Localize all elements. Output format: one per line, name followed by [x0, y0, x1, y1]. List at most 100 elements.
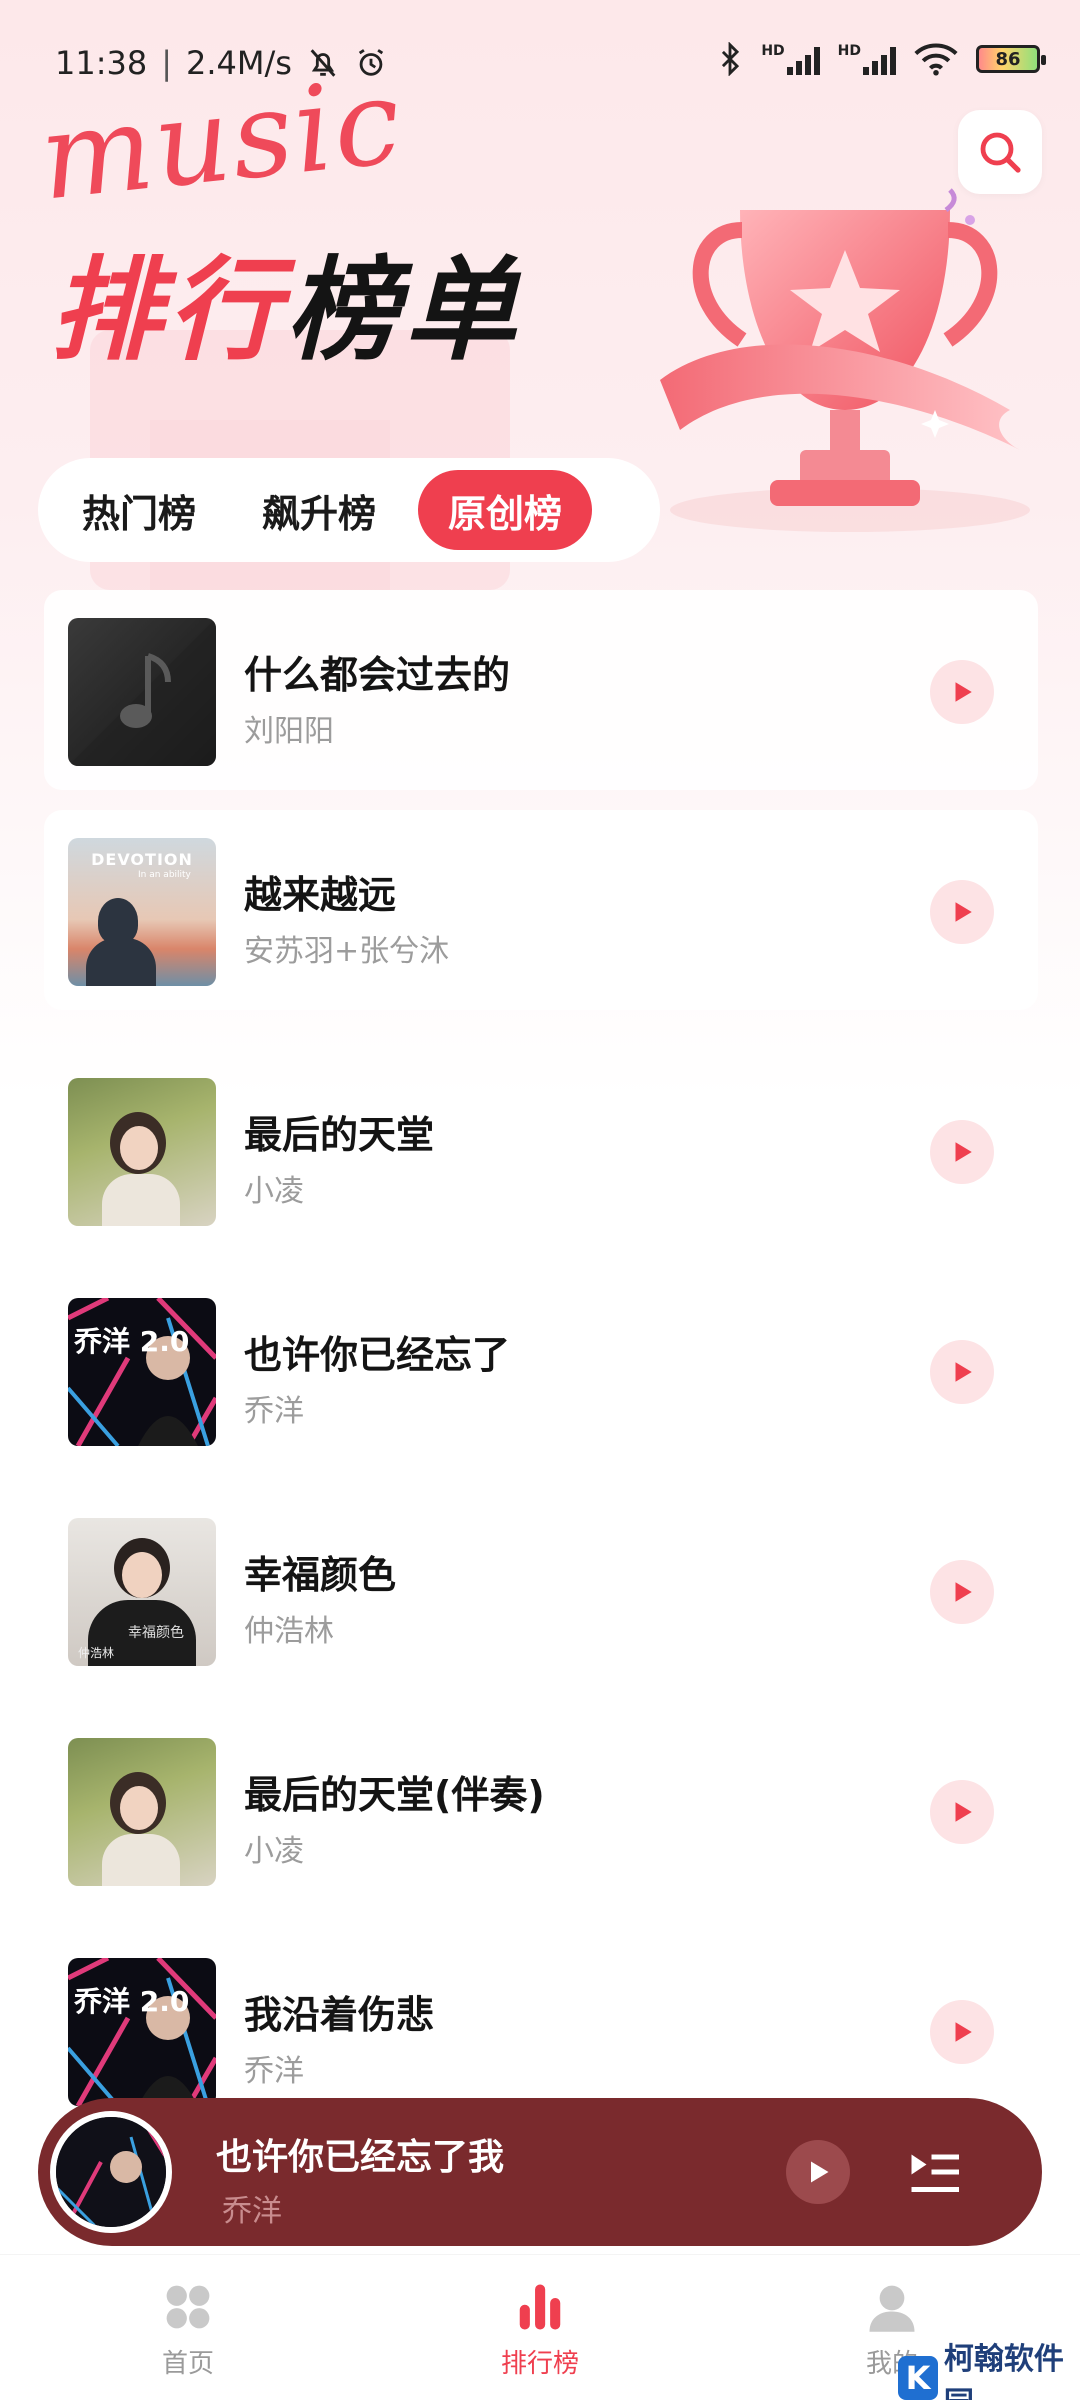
now-playing-artist: 乔洋 [222, 2194, 282, 2229]
song-artist: 刘阳阳 [244, 714, 334, 749]
chart-bars-icon [519, 2284, 561, 2330]
chart-tabs: 热门榜 飙升榜 原创榜 [38, 458, 660, 562]
play-button[interactable] [930, 1340, 994, 1404]
signal-2: HD [838, 43, 896, 75]
bluetooth-icon [722, 42, 740, 76]
song-artist: 乔洋 [244, 1394, 304, 1429]
song-title: 幸福颜色 [244, 1553, 397, 1597]
song-item[interactable]: 最后的天堂 小凌 [44, 1050, 1038, 1250]
status-bar: 11:38 | 2.4M/s HD HD 86 [0, 0, 1080, 110]
cover-sub-text: 仲浩林 [78, 1646, 115, 1660]
cover-title-text: DEVOTION [91, 850, 193, 869]
play-button[interactable] [930, 1780, 994, 1844]
mute-bell-icon [310, 49, 336, 77]
cover-art [68, 1958, 216, 2106]
album-cover: DEVOTION In an ability [68, 838, 216, 986]
album-cover [68, 1078, 216, 1226]
nav-label-charts: 排行榜 [500, 2349, 579, 2379]
cover-figure-body [102, 1174, 180, 1226]
cover-figure-body [102, 1834, 180, 1886]
cover-figure-body [86, 938, 156, 986]
song-artist: 小凌 [244, 1174, 304, 1209]
watermark-text: 柯翰软件园 [943, 2342, 1064, 2400]
cover-title-text: 幸福颜色 [128, 1625, 184, 1641]
play-icon [955, 1582, 972, 1602]
status-divider: | [161, 44, 172, 82]
song-title: 我沿着伤悲 [244, 1993, 435, 2037]
album-cover: 乔洋 2.0 [68, 1958, 216, 2106]
song-item[interactable]: 什么都会过去的 刘阳阳 [44, 590, 1038, 790]
song-item[interactable]: 最后的天堂(伴奏) 小凌 [44, 1710, 1038, 1910]
now-playing-cover [50, 2111, 172, 2233]
tab-rising[interactable]: 飙升榜 [232, 470, 406, 550]
signal-bars-icon [863, 45, 896, 75]
play-icon [955, 1802, 972, 1822]
status-left: 11:38 | 2.4M/s [55, 44, 388, 82]
mini-player[interactable]: 也许你已经忘了我 乔洋 [38, 2098, 1042, 2246]
page-title-part1: 排行 [50, 246, 286, 376]
song-artist: 乔洋 [244, 2054, 304, 2089]
song-item[interactable]: 幸福颜色 仲浩林 幸福颜色 仲浩林 [44, 1490, 1038, 1690]
alarm-icon [358, 49, 384, 76]
play-icon [955, 902, 972, 922]
play-icon [955, 1362, 972, 1382]
tab-hot[interactable]: 热门榜 [52, 470, 226, 550]
cover-figure-face [120, 1126, 158, 1170]
album-cover [68, 618, 216, 766]
signal-bars-icon [786, 45, 820, 75]
tab-original[interactable]: 原创榜 [418, 470, 593, 550]
user-icon [869, 2285, 915, 2332]
song-title: 越来越远 [244, 873, 397, 917]
album-cover: 乔洋 2.0 [68, 1298, 216, 1446]
play-button[interactable] [930, 1120, 994, 1184]
status-right: HD HD 86 [717, 42, 1046, 76]
watermark-logo-icon: K [898, 2356, 938, 2400]
page-title: 排行榜单 [50, 255, 522, 367]
battery-level: 86 [995, 48, 1021, 70]
status-time: 11:38 [55, 44, 148, 82]
music-note-icon [68, 618, 216, 766]
playlist-queue-icon[interactable] [904, 2142, 964, 2202]
hd-label-1: HD [761, 43, 785, 59]
song-title: 也许你已经忘了 [244, 1333, 511, 1377]
hd-label-2: HD [837, 43, 861, 59]
song-item[interactable]: DEVOTION In an ability 越来越远 安苏羽+张兮沐 [44, 810, 1038, 1010]
battery-icon: 86 [976, 45, 1046, 73]
song-artist: 安苏羽+张兮沐 [244, 934, 450, 969]
nav-item-charts[interactable]: 排行榜 [460, 2277, 620, 2380]
search-icon [980, 132, 1021, 173]
cover-figure-face [120, 1786, 158, 1830]
now-playing-title: 也许你已经忘了我 [216, 2137, 505, 2178]
cover-title-text: 乔洋 2.0 [74, 1325, 190, 1358]
trophy-illustration [660, 188, 1030, 532]
play-button[interactable] [930, 880, 994, 944]
network-speed: 2.4M/s [186, 44, 292, 82]
search-button[interactable] [958, 110, 1042, 194]
play-icon [955, 1142, 972, 1162]
cover-title-text: 乔洋 2.0 [74, 1985, 190, 2018]
song-artist: 小凌 [244, 1834, 304, 1869]
song-artist: 仲浩林 [244, 1614, 334, 1649]
watermark: K 柯翰软件园 [898, 2334, 1080, 2400]
cover-sub-text: In an ability [138, 870, 191, 880]
home-grid-icon [166, 2285, 210, 2329]
song-title: 最后的天堂(伴奏) [244, 1773, 545, 1817]
mini-play-button[interactable] [786, 2140, 850, 2204]
song-title: 最后的天堂 [244, 1113, 435, 1157]
nav-label-home: 首页 [161, 2349, 214, 2379]
play-icon [955, 682, 972, 702]
page-title-part2: 榜单 [286, 246, 522, 376]
play-button[interactable] [930, 1560, 994, 1624]
wifi-icon [914, 43, 958, 76]
song-title: 什么都会过去的 [244, 653, 511, 697]
cover-art [56, 2117, 166, 2227]
play-button[interactable] [930, 660, 994, 724]
play-button[interactable] [930, 2000, 994, 2064]
nav-item-home[interactable]: 首页 [108, 2277, 268, 2380]
cover-figure-face [122, 1552, 162, 1598]
play-icon [811, 2161, 829, 2183]
song-item[interactable]: 乔洋 2.0 也许你已经忘了 乔洋 [44, 1270, 1038, 1470]
album-cover [68, 1738, 216, 1886]
play-icon [955, 2022, 972, 2042]
album-cover: 幸福颜色 仲浩林 [68, 1518, 216, 1666]
